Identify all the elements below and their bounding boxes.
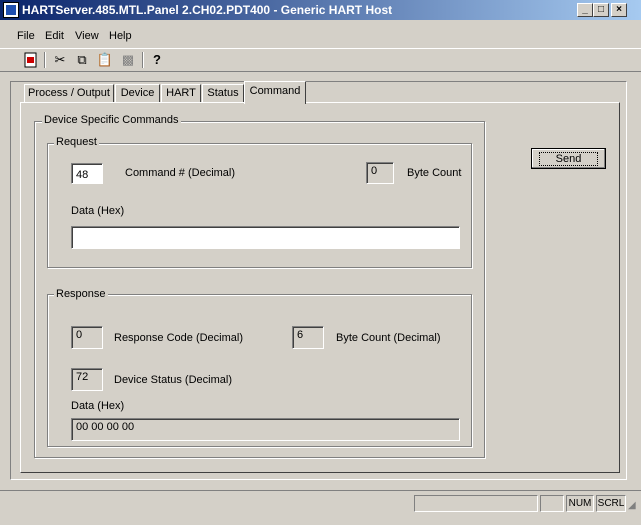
- menu-edit[interactable]: Edit: [45, 30, 64, 42]
- menu-file[interactable]: File: [17, 30, 35, 42]
- minimize-button[interactable]: _: [577, 3, 593, 17]
- device-status-field: 72: [71, 368, 103, 391]
- menu-view[interactable]: View: [75, 30, 99, 42]
- status-pane-message: [414, 495, 538, 512]
- window-title: HARTServer.485.MTL.Panel 2.CH02.PDT400 -…: [22, 3, 393, 17]
- document-icon[interactable]: [21, 51, 41, 69]
- help-icon[interactable]: ?: [147, 51, 167, 69]
- response-code-field: 0: [71, 326, 103, 349]
- response-byte-count-field: 6: [292, 326, 324, 349]
- close-button[interactable]: ×: [611, 3, 627, 17]
- request-byte-count-field: 0: [366, 162, 394, 184]
- response-byte-count-label: Byte Count (Decimal): [336, 332, 441, 344]
- response-data-field: 00 00 00 00: [71, 418, 460, 441]
- send-button-label: Send: [538, 151, 599, 166]
- response-data-label: Data (Hex): [71, 400, 125, 412]
- response-title: Response: [54, 288, 108, 300]
- toolbar: ✂ ⧉ 📋 ▩ ?: [0, 48, 641, 72]
- command-number-label: Command # (Decimal): [125, 167, 236, 179]
- command-number-input[interactable]: [71, 163, 103, 184]
- app-icon[interactable]: [3, 2, 19, 18]
- tab-process-output[interactable]: Process / Output: [24, 84, 114, 103]
- menu-help[interactable]: Help: [109, 30, 132, 42]
- status-scrl: SCRL: [596, 495, 626, 512]
- title-bar[interactable]: HARTServer.485.MTL.Panel 2.CH02.PDT400 -…: [0, 0, 641, 20]
- cut-icon[interactable]: ✂: [50, 51, 70, 69]
- request-byte-count-label: Byte Count: [407, 167, 462, 179]
- tab-status[interactable]: Status: [202, 84, 244, 103]
- response-code-label: Response Code (Decimal): [114, 332, 243, 344]
- resize-grip-icon[interactable]: ◢: [628, 499, 639, 512]
- status-num: NUM: [566, 495, 594, 512]
- request-data-input[interactable]: [71, 226, 460, 249]
- copy-icon[interactable]: ⧉: [72, 51, 92, 69]
- maximize-button[interactable]: □: [593, 3, 609, 17]
- device-status-label: Device Status (Decimal): [114, 374, 232, 386]
- device-specific-commands-title: Device Specific Commands: [42, 114, 181, 126]
- tab-command[interactable]: Command: [244, 81, 306, 104]
- request-title: Request: [54, 136, 99, 148]
- disabled-grid-icon[interactable]: ▩: [118, 51, 138, 69]
- status-pane-caps: [540, 495, 564, 512]
- menu-bar: File Edit View Help: [0, 28, 641, 46]
- tab-hart[interactable]: HART: [161, 84, 201, 103]
- request-data-label: Data (Hex): [71, 205, 125, 217]
- status-bar: NUM SCRL ◢: [0, 490, 641, 514]
- paste-icon[interactable]: 📋: [95, 51, 115, 69]
- send-button[interactable]: Send: [531, 148, 606, 169]
- tab-device[interactable]: Device: [115, 84, 160, 103]
